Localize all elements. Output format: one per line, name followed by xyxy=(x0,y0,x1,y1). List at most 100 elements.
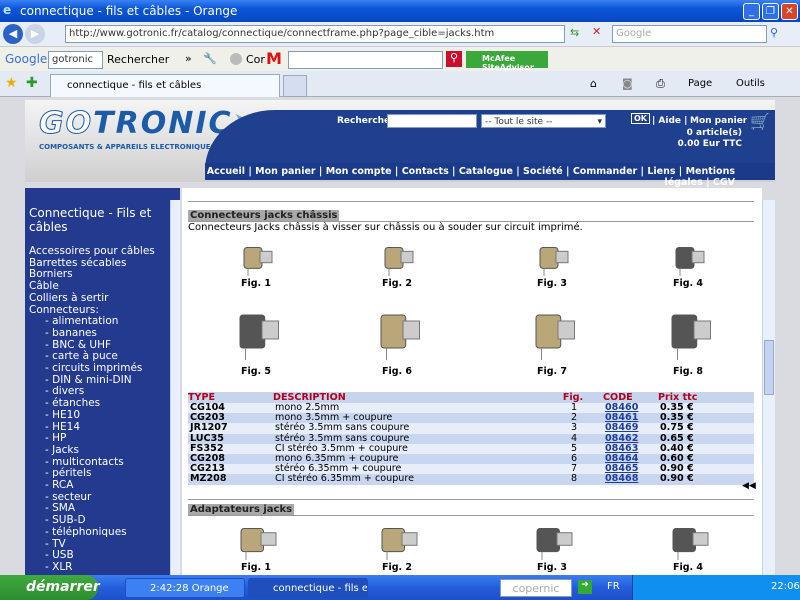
taskbar: démarrer 2:42:28 Orange connectique - fi… xyxy=(0,575,800,600)
product-image[interactable] xyxy=(661,300,716,360)
favorites-star-icon[interactable]: ★ xyxy=(5,75,18,91)
sidebar-item[interactable]: - HE14 xyxy=(45,421,80,433)
code-link[interactable]: 08468 xyxy=(603,474,658,485)
sidebar-scrollbar[interactable] xyxy=(170,200,180,575)
sidebar-item[interactable]: - XLR xyxy=(45,561,72,573)
m-search-icon[interactable]: ⚲ xyxy=(446,51,462,67)
site-search-input[interactable] xyxy=(387,114,477,128)
sidebar-item[interactable]: Connecteurs: xyxy=(29,304,99,316)
mcafee-button[interactable]: McAfee SiteAdvisor xyxy=(466,51,548,72)
back-button[interactable]: ◀ xyxy=(3,24,23,44)
back-arrows-button[interactable]: ◀◀ xyxy=(742,481,756,491)
minimize-button[interactable]: _ xyxy=(743,3,760,20)
nav-link[interactable]: CGV xyxy=(713,177,735,188)
close-button[interactable]: ✕ xyxy=(781,3,798,20)
language-indicator[interactable]: FR xyxy=(607,581,620,592)
sidebar-item[interactable]: - DIN & mini-DIN xyxy=(45,374,132,386)
nav-separator: | xyxy=(448,166,459,177)
maximize-button[interactable]: ❐ xyxy=(762,3,779,20)
google-search-field[interactable]: gotronic xyxy=(48,51,103,69)
sidebar-item[interactable]: - étanches xyxy=(45,397,100,409)
search-scope-select[interactable]: -- Tout le site -- ▾ xyxy=(481,114,606,128)
sidebar-item[interactable]: - secteur xyxy=(45,491,91,503)
nav-link[interactable]: Catalogue xyxy=(459,166,513,177)
tools-menu[interactable]: Outils xyxy=(736,78,765,89)
product-image[interactable] xyxy=(527,518,577,560)
product-image[interactable] xyxy=(229,300,284,360)
cor-button[interactable]: Cor xyxy=(246,53,265,66)
sidebar-item[interactable]: - péritels xyxy=(45,467,91,479)
sidebar-item[interactable]: - SUB-D xyxy=(45,514,86,526)
section-title-adaptateurs: Adaptateurs jacks xyxy=(188,504,295,515)
sidebar-item[interactable]: - téléphoniques xyxy=(45,526,127,538)
m-search-field[interactable] xyxy=(288,51,443,69)
home-icon[interactable]: ⌂ xyxy=(590,77,597,90)
more-icon[interactable]: » xyxy=(185,52,192,65)
search-ok-button[interactable]: OK xyxy=(631,113,650,124)
product-image[interactable] xyxy=(231,518,281,560)
product-image[interactable] xyxy=(663,518,713,560)
nav-link[interactable]: Mon panier xyxy=(255,166,315,177)
nav-link[interactable]: Commander xyxy=(573,166,637,177)
sidebar-item[interactable]: Accessoires pour câbles xyxy=(29,245,155,257)
window-title: connectique - fils et câbles - Orange xyxy=(20,4,238,18)
main-scrollbar[interactable] xyxy=(762,200,775,575)
go-icon[interactable]: ➜ xyxy=(578,580,592,594)
nav-link[interactable]: Mon compte xyxy=(326,166,392,177)
product-image[interactable] xyxy=(532,238,572,276)
wrench-icon[interactable]: 🔧 xyxy=(203,52,217,65)
start-button[interactable]: démarrer xyxy=(0,575,100,600)
sidebar-item[interactable]: - USB xyxy=(45,549,74,561)
product-image[interactable] xyxy=(236,238,276,276)
sidebar-item[interactable]: - HE10 xyxy=(45,409,80,421)
sidebar-item[interactable]: - carte à puce xyxy=(45,350,118,362)
refresh-icon[interactable]: ⇆ xyxy=(570,26,579,39)
sidebar-item[interactable]: - HP xyxy=(45,432,66,444)
search-field[interactable]: Google xyxy=(612,25,767,43)
product-image[interactable] xyxy=(377,238,417,276)
sidebar-item[interactable]: - BNC & UHF xyxy=(45,339,111,351)
feeds-icon[interactable]: ◙ xyxy=(622,77,633,90)
aide-link[interactable]: | Aide | xyxy=(652,116,687,126)
sidebar-item[interactable]: Barrettes sécables xyxy=(29,257,126,269)
sidebar-item[interactable]: Câble xyxy=(29,280,59,292)
print-icon[interactable]: ⎙ xyxy=(656,77,665,91)
add-favorite-icon[interactable]: ✚ xyxy=(26,75,38,91)
sidebar-item[interactable]: Borniers xyxy=(29,268,73,280)
sidebar-item[interactable]: - multicontacts xyxy=(45,456,124,468)
sidebar-item[interactable]: Colliers à sertir xyxy=(29,292,108,304)
sidebar-item[interactable]: - alimentation xyxy=(45,315,118,327)
tab-active[interactable]: connectique - fils et câbles xyxy=(50,74,280,97)
sidebar-item[interactable]: - Jacks xyxy=(45,444,79,456)
sidebar-item[interactable]: - SMA xyxy=(45,502,75,514)
taskbar-item-orange[interactable]: 2:42:28 Orange xyxy=(125,578,245,598)
sidebar-item[interactable]: - divers xyxy=(45,385,84,397)
nav-link[interactable]: Accueil xyxy=(207,166,245,177)
nav-link[interactable]: Société xyxy=(523,166,563,177)
sidebar-item[interactable]: - bananes xyxy=(45,327,97,339)
forward-button[interactable]: ▶ xyxy=(25,24,45,44)
search-icon[interactable]: ⚲ xyxy=(770,26,778,39)
url-field[interactable]: http://www.gotronic.fr/catalog/connectiq… xyxy=(65,25,565,43)
mon-panier-link[interactable]: Mon panier xyxy=(690,116,747,126)
fig-label: Fig. 4 xyxy=(672,562,704,573)
sidebar-item[interactable]: - TV xyxy=(45,538,66,550)
product-image[interactable] xyxy=(372,518,422,560)
sidebar: Connectique - Fils et câbles Accessoires… xyxy=(25,188,180,575)
product-image[interactable] xyxy=(668,238,708,276)
taskbar-item-ie[interactable]: connectique - fils et c... xyxy=(248,578,368,598)
nav-link[interactable]: Contacts xyxy=(402,166,449,177)
page-menu[interactable]: Page xyxy=(688,78,712,89)
copernic-search[interactable]: copernic xyxy=(500,579,572,597)
fig-label: Fig. 1 xyxy=(240,562,272,573)
new-tab-button[interactable] xyxy=(283,75,307,97)
nav-link[interactable]: Liens xyxy=(647,166,675,177)
stop-icon[interactable]: ✕ xyxy=(592,25,601,38)
product-image[interactable] xyxy=(370,300,425,360)
sidebar-item[interactable]: - RCA xyxy=(45,479,73,491)
cart-icon[interactable]: 🛒 xyxy=(750,112,770,131)
sidebar-item[interactable]: - circuits imprimés xyxy=(45,362,142,374)
rechercher-button[interactable]: Rechercher xyxy=(107,53,169,66)
tagline: COMPOSANTS & APPAREILS ELECTRONIQUES xyxy=(39,143,216,151)
product-image[interactable] xyxy=(525,300,580,360)
